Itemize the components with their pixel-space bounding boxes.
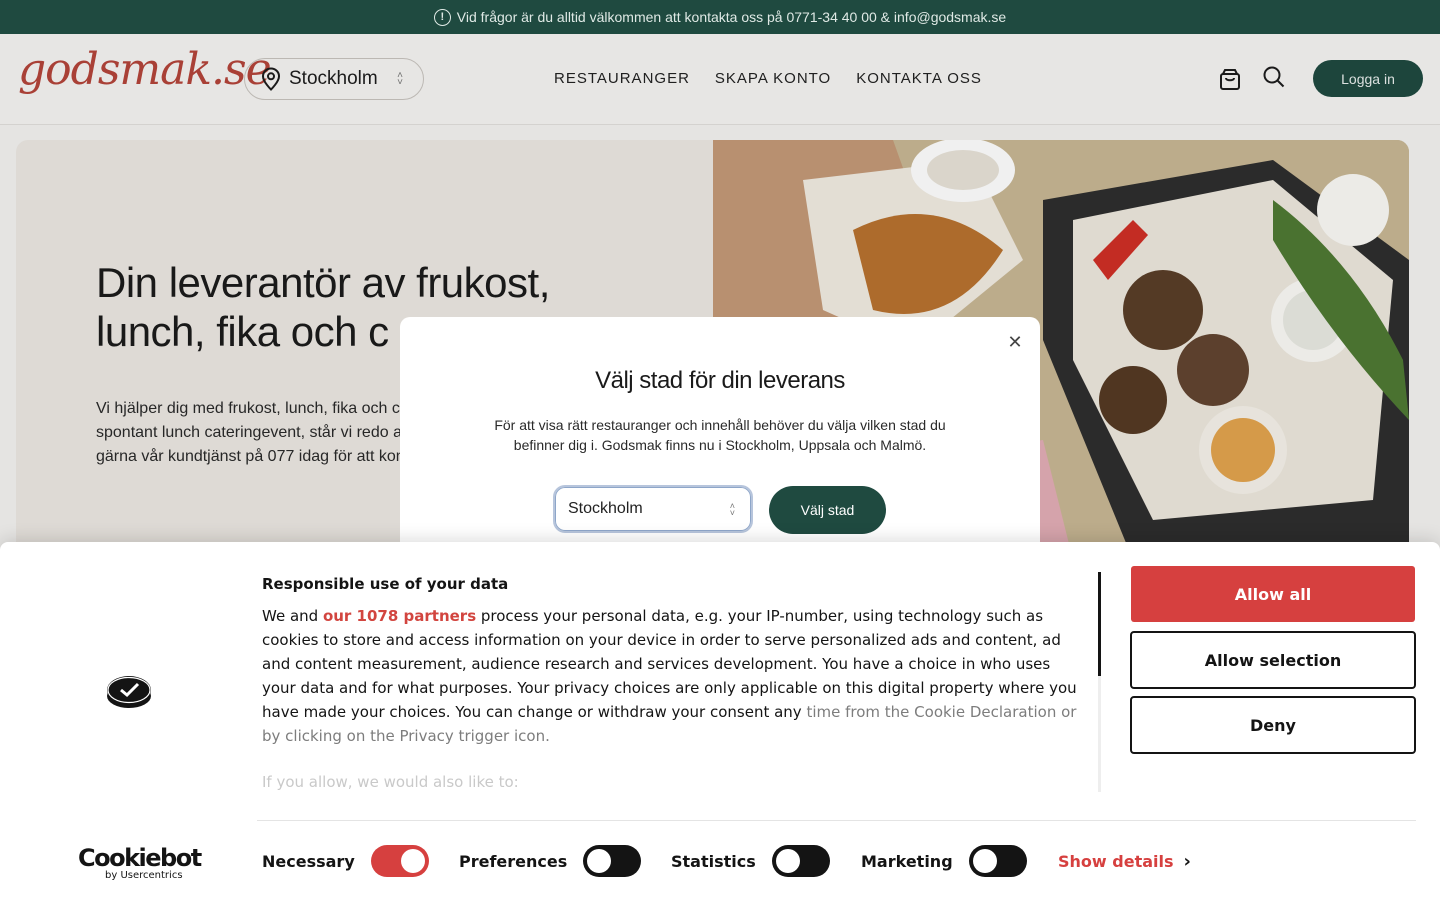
toggle-marketing[interactable]: Marketing — [861, 845, 1027, 877]
toggle-label-necessary: Necessary — [262, 851, 355, 871]
cookiebot-name: Cookiebot — [78, 844, 202, 872]
chevron-updown-icon: ˄ ˅ — [729, 501, 735, 518]
necessary-switch[interactable] — [370, 845, 429, 877]
info-bar: ! Vid frågor är du alltid välkommen att … — [0, 0, 1440, 34]
toggle-statistics[interactable]: Statistics — [671, 845, 830, 877]
info-bar-text: Vid frågor är du alltid välkommen att ko… — [456, 9, 1007, 25]
toggle-label-preferences: Preferences — [459, 851, 568, 871]
divider — [257, 820, 1416, 821]
marketing-switch[interactable] — [968, 845, 1027, 877]
cookie-scrollbar[interactable] — [1098, 572, 1101, 792]
cookie-consent-logo-icon — [107, 676, 151, 708]
modal-text: För att visa rätt restauranger och inneh… — [494, 417, 946, 453]
toggle-necessary[interactable]: Necessary — [262, 845, 429, 877]
statistics-switch[interactable] — [771, 845, 830, 877]
cookie-body-intro: We and — [262, 607, 323, 625]
modal-title: Välj stad för din leverans — [595, 367, 845, 394]
city-select-value: Stockholm — [568, 500, 643, 517]
toggle-label-statistics: Statistics — [671, 851, 756, 871]
cookie-also-text: If you allow, we would also like to: — [262, 773, 519, 791]
toggle-label-marketing: Marketing — [861, 851, 953, 871]
cookie-body: We and our 1078 partners process your pe… — [262, 604, 1077, 748]
toggle-preferences[interactable]: Preferences — [459, 845, 642, 877]
preferences-switch[interactable] — [583, 845, 642, 877]
choose-city-button[interactable]: Välj stad — [769, 486, 886, 534]
partners-link[interactable]: our 1078 partners — [323, 607, 476, 625]
allow-selection-button[interactable]: Allow selection — [1130, 631, 1416, 689]
scrollbar-thumb[interactable] — [1098, 572, 1101, 676]
chevron-right-icon: › — [1183, 851, 1191, 872]
info-circle-icon: ! — [433, 8, 451, 26]
close-icon[interactable]: ✕ — [1006, 332, 1024, 352]
show-details-link[interactable]: Show details › — [1058, 851, 1191, 872]
allow-all-button[interactable]: Allow all — [1131, 566, 1415, 622]
city-select[interactable]: Stockholm ˄ ˅ — [553, 485, 753, 533]
cookie-banner: Responsible use of your data We and our … — [0, 542, 1440, 900]
cookie-title: Responsible use of your data — [262, 575, 509, 593]
show-details-label: Show details — [1058, 852, 1174, 871]
deny-button[interactable]: Deny — [1130, 696, 1416, 754]
cookiebot-logo[interactable]: Cookiebot by Usercentrics — [78, 844, 202, 882]
city-modal: ✕ Välj stad för din leverans För att vis… — [400, 317, 1040, 567]
